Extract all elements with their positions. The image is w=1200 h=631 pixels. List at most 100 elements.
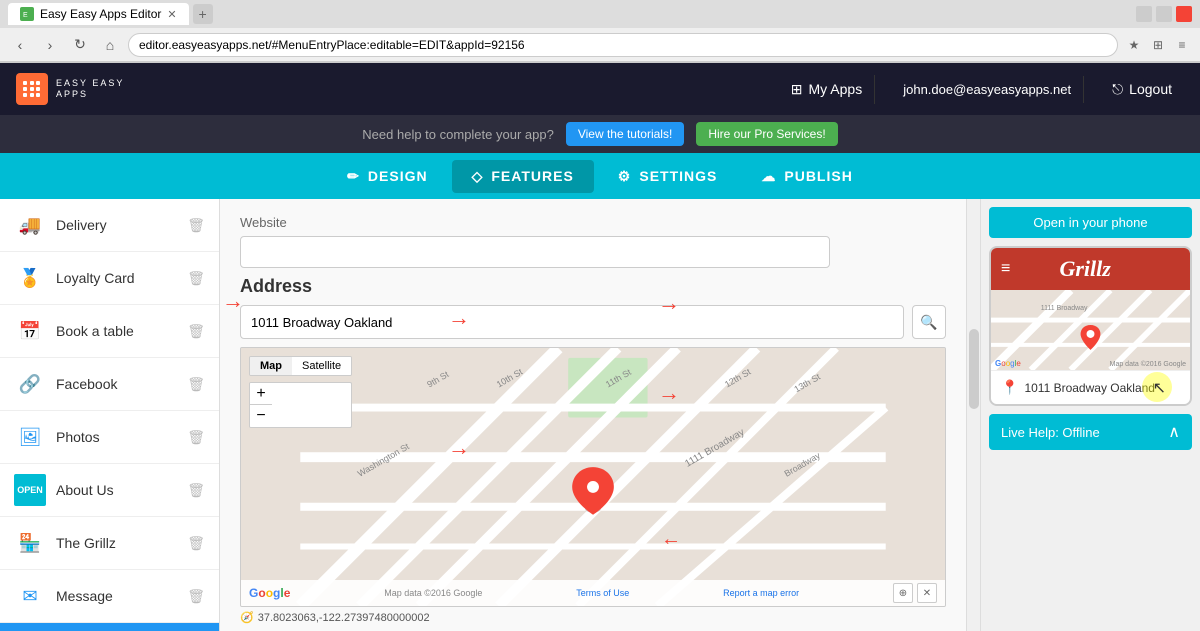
arrow-to-input: → [448, 305, 470, 331]
tab-design[interactable]: ✏ DESIGN [327, 160, 447, 193]
pro-services-button[interactable]: Hire our Pro Services! [696, 122, 837, 146]
website-row: Website [240, 215, 946, 268]
delete-about-icon[interactable]: 🗑 [187, 482, 205, 499]
delete-loyalty-icon[interactable]: 🗑 [187, 270, 205, 287]
back-button[interactable]: ‹ [8, 33, 32, 57]
sidebar: 🚚 Delivery 🗑 🏅 Loyalty Card 🗑 📅 Book a t… [0, 199, 220, 631]
map-nav-icons: ⊕ ✕ [893, 583, 937, 603]
map-zoom-controls: + − [249, 382, 352, 428]
tab-features[interactable]: ◇ FEATURES [452, 160, 594, 193]
map-close-icon[interactable]: ✕ [917, 583, 937, 603]
delivery-icon: 🚚 [14, 209, 46, 241]
map-footer: Google Map data ©2016 Google Terms of Us… [241, 580, 945, 606]
report-link[interactable]: Report a map error [723, 588, 799, 598]
address-input-row: 🔍 [240, 305, 946, 339]
map-copyright: Map data ©2016 Google [384, 588, 482, 598]
coordinates-text: 37.8023063,-122.27397480000002 [258, 612, 430, 624]
address-bar[interactable] [128, 33, 1118, 57]
sidebar-label-message: Message [56, 588, 177, 604]
tab-publish[interactable]: ☁ PUBLISH [741, 160, 872, 193]
sidebar-item-photos[interactable]: 🖼 Photos 🗑 [0, 411, 219, 464]
facebook-icon: 🔗 [14, 368, 46, 400]
phone-map-preview: 1111 Broadway Google Map data ©2016 Goog… [991, 290, 1190, 370]
map-location-icon[interactable]: ⊕ [893, 583, 913, 603]
message-icon: ✉ [14, 580, 46, 612]
browser-titlebar: E Easy Easy Apps Editor ✕ + [0, 0, 1200, 28]
zoom-in-button[interactable]: + [250, 383, 272, 405]
photos-icon: 🖼 [14, 421, 46, 453]
sidebar-label-book: Book a table [56, 323, 177, 339]
about-icon: OPEN [14, 474, 46, 506]
sidebar-label-grillz: The Grillz [56, 535, 177, 551]
browser-tab[interactable]: E Easy Easy Apps Editor ✕ [8, 3, 189, 25]
tab-close-icon[interactable]: ✕ [167, 8, 176, 21]
delete-book-icon[interactable]: 🗑 [187, 323, 205, 340]
user-email: john.doe@easyeasyapps.net [891, 76, 1084, 103]
phone-restaurant-name: Grillz [1059, 256, 1110, 282]
tutorials-button[interactable]: View the tutorials! [566, 122, 685, 146]
forward-button[interactable]: › [38, 33, 62, 57]
sidebar-label-delivery: Delivery [56, 217, 177, 233]
phone-menu-icon[interactable]: ≡ [1001, 260, 1010, 278]
app-logo: EASY EASY APPS [16, 73, 124, 105]
sidebar-label-loyalty: Loyalty Card [56, 270, 177, 286]
window-minimize[interactable] [1136, 6, 1152, 22]
browser-nav: ‹ › ↻ ⌂ ★ ⊞ ≡ [0, 28, 1200, 62]
tab-title: Easy Easy Apps Editor [40, 7, 161, 21]
live-help-bar[interactable]: Live Help: Offline ∧ [989, 414, 1192, 450]
logout-button[interactable]: ⎋ Logout [1100, 75, 1184, 104]
new-tab-button[interactable]: + [193, 4, 213, 24]
logo-text: EASY EASY APPS [56, 78, 124, 100]
arrow-to-map-1: ← [661, 528, 681, 551]
sidebar-label-facebook: Facebook [56, 376, 177, 392]
terms-link[interactable]: Terms of Use [576, 588, 629, 598]
browser-nav-icons: ★ ⊞ ≡ [1124, 35, 1192, 55]
window-close[interactable] [1176, 6, 1192, 22]
window-maximize[interactable] [1156, 6, 1172, 22]
browser-chrome: E Easy Easy Apps Editor ✕ + ‹ › ↻ ⌂ ★ ⊞ … [0, 0, 1200, 63]
refresh-button[interactable]: ↻ [68, 33, 92, 57]
website-label: Website [240, 215, 946, 230]
delete-facebook-icon[interactable]: 🗑 [187, 376, 205, 393]
scrollbar-thumb[interactable] [969, 329, 979, 409]
scrollbar[interactable] [966, 199, 980, 631]
phone-map-svg: 1111 Broadway [991, 290, 1190, 370]
zoom-out-button[interactable]: − [250, 405, 272, 427]
delete-photos-icon[interactable]: 🗑 [187, 429, 205, 446]
app-header: EASY EASY APPS ⊞ My Apps john.doe@easyea… [0, 63, 1200, 115]
phone-pin-icon: 📍 [1001, 379, 1018, 396]
help-bar: Need help to complete your app? View the… [0, 115, 1200, 153]
sidebar-item-loyalty[interactable]: 🏅 Loyalty Card 🗑 [0, 252, 219, 305]
phone-preview: Open in your phone ≡ Grillz [980, 199, 1200, 631]
sidebar-item-delivery[interactable]: 🚚 Delivery 🗑 [0, 199, 219, 252]
logo-icon [16, 73, 48, 105]
browser-menu-icon[interactable]: ≡ [1172, 35, 1192, 55]
home-button[interactable]: ⌂ [98, 33, 122, 57]
delete-grillz-icon[interactable]: 🗑 [187, 535, 205, 552]
address-input[interactable] [240, 305, 904, 339]
phone-address-row: 📍 1011 Broadway Oakland ↖ [991, 370, 1190, 404]
sidebar-item-facebook[interactable]: 🔗 Facebook 🗑 [0, 358, 219, 411]
my-apps-button[interactable]: ⊞ My Apps [779, 75, 875, 104]
map-type-satellite[interactable]: Satellite [292, 357, 351, 375]
sidebar-item-about[interactable]: OPEN About Us 🗑 [0, 464, 219, 517]
sidebar-item-message[interactable]: ✉ Message 🗑 [0, 570, 219, 623]
phone-map-copyright: Map data ©2016 Google [1110, 361, 1186, 368]
delete-delivery-icon[interactable]: 🗑 [187, 217, 205, 234]
sidebar-item-grillz[interactable]: 🏪 The Grillz 🗑 [0, 517, 219, 570]
sidebar-item-book[interactable]: 📅 Book a table 🗑 [0, 305, 219, 358]
website-input[interactable] [240, 236, 830, 268]
phone-header: ≡ Grillz [991, 248, 1190, 290]
map-type-map[interactable]: Map [250, 357, 292, 375]
open-in-phone-button[interactable]: Open in your phone [989, 207, 1192, 238]
tab-settings[interactable]: ⚙ SETTINGS [598, 160, 738, 193]
features-icon: ◇ [472, 168, 484, 185]
bookmark-icon[interactable]: ★ [1124, 35, 1144, 55]
design-icon: ✏ [347, 168, 360, 185]
phone-address-text: 1011 Broadway Oakland [1024, 381, 1155, 395]
delete-message-icon[interactable]: 🗑 [187, 588, 205, 605]
google-logo: Google [249, 586, 290, 600]
extension-icon[interactable]: ⊞ [1148, 35, 1168, 55]
address-search-button[interactable]: 🔍 [912, 305, 946, 339]
svg-text:E: E [23, 12, 28, 19]
